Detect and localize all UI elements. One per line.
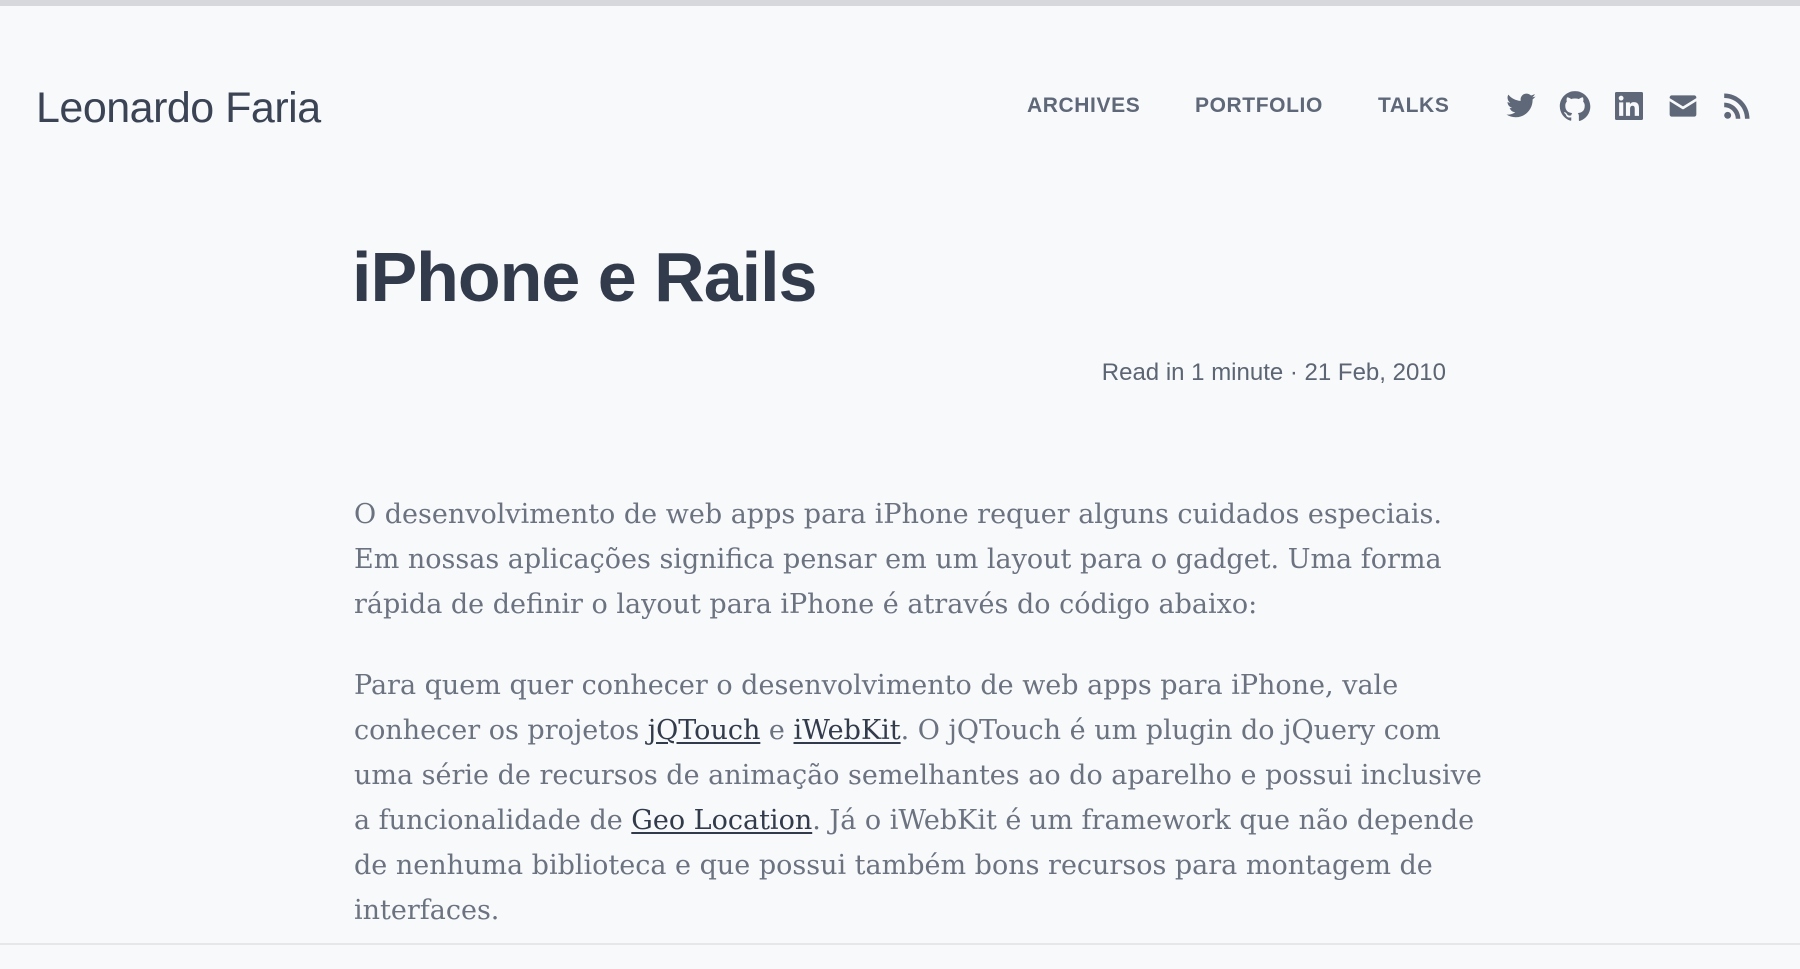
link-jqtouch[interactable]: jQTouch — [648, 715, 761, 746]
text-line: Em nossas aplicações significa pensar em… — [354, 544, 1442, 575]
post-title: iPhone e Rails — [352, 238, 817, 316]
nav-talks[interactable]: TALKS — [1378, 94, 1449, 118]
rss-icon[interactable] — [1721, 90, 1753, 122]
text-fragment: . Já o iWebKit é um framework que não de… — [812, 805, 1475, 836]
mail-icon[interactable] — [1667, 90, 1699, 122]
nav-archives[interactable]: ARCHIVES — [1027, 94, 1140, 118]
text-fragment: . O jQTouch é um plugin do jQuery com — [900, 715, 1441, 746]
twitter-icon[interactable] — [1505, 90, 1537, 122]
text-line: a funcionalidade de Geo Location. Já o i… — [354, 798, 1474, 843]
nav-portfolio[interactable]: PORTFOLIO — [1195, 94, 1323, 118]
paragraph-intro: O desenvolvimento de web apps para iPhon… — [354, 492, 1454, 627]
text-fragment: conhecer os projetos — [354, 715, 648, 746]
text-line: rápida de definir o layout para iPhone é… — [354, 589, 1258, 620]
text-line: conhecer os projetos jQTouch e iWebKit. … — [354, 708, 1454, 753]
linkedin-icon[interactable] — [1613, 90, 1645, 122]
text-fragment: e — [760, 715, 794, 746]
text-line: O desenvolvimento de web apps para iPhon… — [354, 499, 1442, 530]
text-line: uma série de recursos de animação semelh… — [354, 760, 1482, 791]
text-fragment: a funcionalidade de — [354, 805, 632, 836]
post-content: O desenvolvimento de web apps para iPhon… — [354, 492, 1482, 969]
post-meta: Read in 1 minute · 21 Feb, 2010 — [1101, 359, 1446, 386]
text-line: de nenhuma biblioteca e que possui també… — [354, 850, 1433, 881]
top-border — [0, 0, 1800, 6]
site-title[interactable]: Leonardo Faria — [36, 80, 321, 136]
text-line: Para quem quer conhecer o desenvolviment… — [354, 670, 1399, 701]
github-icon[interactable] — [1559, 90, 1591, 122]
link-iwebkit[interactable]: iWebKit — [794, 715, 901, 746]
paragraph-projects: Para quem quer conhecer o desenvolviment… — [354, 663, 1482, 933]
text-line: interfaces. — [354, 895, 500, 926]
link-geo-location[interactable]: Geo Location — [631, 805, 812, 836]
